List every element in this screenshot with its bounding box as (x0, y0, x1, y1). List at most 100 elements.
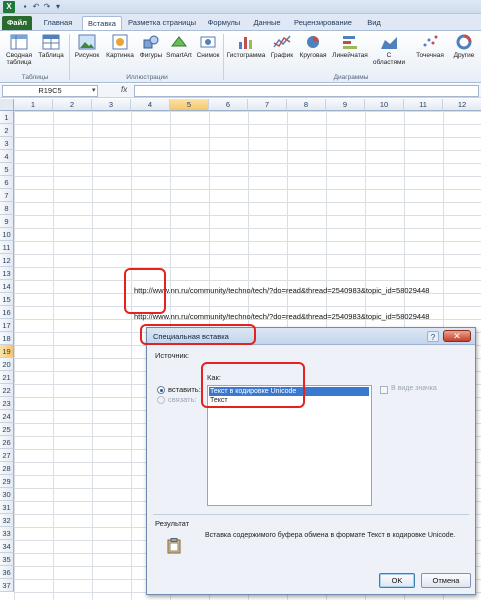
cell-r15-url[interactable]: http://www.nn.ru/community/techno/tech/?… (134, 286, 429, 295)
tab-review[interactable]: Рецензирование (288, 16, 358, 30)
column-header[interactable]: 2 (53, 99, 92, 111)
picture-button[interactable]: Рисунок (72, 34, 102, 59)
row-header[interactable]: 33 (0, 527, 14, 540)
column-header[interactable]: 6 (209, 99, 248, 111)
row-header[interactable]: 11 (0, 241, 14, 254)
smartart-button[interactable]: SmartArt (164, 34, 194, 59)
bar-chart-label: Линейчатая (332, 52, 368, 59)
result-label: Результат (155, 519, 190, 528)
redo-icon[interactable]: ↷ (42, 2, 52, 12)
paste-radio-label[interactable]: вставить: (168, 385, 201, 394)
row-header[interactable]: 26 (0, 436, 14, 449)
column-header[interactable]: 10 (365, 99, 404, 111)
row-header[interactable]: 5 (0, 163, 14, 176)
table-button[interactable]: Таблица (36, 34, 66, 59)
display-as-icon-checkbox[interactable] (380, 386, 388, 394)
tab-home[interactable]: Главная (36, 16, 80, 30)
paste-radio[interactable] (157, 386, 165, 394)
row-header[interactable]: 35 (0, 553, 14, 566)
row-header[interactable]: 32 (0, 514, 14, 527)
row-header[interactable]: 25 (0, 423, 14, 436)
help-icon[interactable]: ? (427, 331, 439, 342)
row-header[interactable]: 28 (0, 462, 14, 475)
row-header[interactable]: 3 (0, 137, 14, 150)
row-header[interactable]: 31 (0, 501, 14, 514)
row-header[interactable]: 6 (0, 176, 14, 189)
pivot-table-icon (10, 34, 28, 50)
shapes-button[interactable]: Фигуры (138, 34, 164, 59)
row-header[interactable]: 7 (0, 189, 14, 202)
row-header[interactable]: 21 (0, 371, 14, 384)
row-header[interactable]: 10 (0, 228, 14, 241)
column-header[interactable]: 3 (92, 99, 131, 111)
row-header[interactable]: 29 (0, 475, 14, 488)
save-icon[interactable]: ▪ (20, 2, 30, 12)
cancel-button[interactable]: Отмена (421, 573, 471, 588)
function-icon[interactable]: fx (121, 85, 127, 94)
row-header[interactable]: 36 (0, 566, 14, 579)
scatter-chart-button[interactable]: Точечная (412, 34, 448, 59)
row-header[interactable]: 4 (0, 150, 14, 163)
row-header[interactable]: 27 (0, 449, 14, 462)
area-chart-button[interactable]: С областями (372, 34, 406, 66)
column-header[interactable]: 4 (131, 99, 170, 111)
row-header[interactable]: 17 (0, 319, 14, 332)
clipart-button[interactable]: Картинка (103, 34, 137, 59)
undo-icon[interactable]: ↶ (31, 2, 41, 12)
screenshot-label: Снимок (196, 52, 220, 59)
column-header[interactable]: 1 (14, 99, 53, 111)
tab-view[interactable]: Вид (360, 16, 388, 30)
other-charts-button[interactable]: Другие (450, 34, 478, 59)
row-header[interactable]: 30 (0, 488, 14, 501)
row-header[interactable]: 2 (0, 124, 14, 137)
ok-button[interactable]: OK (379, 573, 415, 588)
close-icon[interactable]: ✕ (443, 330, 471, 342)
tab-file[interactable]: Файл (2, 16, 32, 30)
column-header[interactable]: 8 (287, 99, 326, 111)
row-header[interactable]: 37 (0, 579, 14, 592)
bar-chart-button[interactable]: Линейчатая (330, 34, 370, 59)
column-header[interactable]: 5 (170, 99, 209, 111)
pie-chart-button[interactable]: Круговая (297, 34, 329, 59)
screenshot-button[interactable]: Снимок (194, 34, 222, 59)
row-header[interactable]: 16 (0, 306, 14, 319)
tab-page-layout[interactable]: Разметка страницы (124, 16, 200, 30)
bar-chart-icon (343, 36, 357, 49)
row-header[interactable]: 8 (0, 202, 14, 215)
row-header[interactable]: 24 (0, 410, 14, 423)
row-header[interactable]: 34 (0, 540, 14, 553)
formula-input[interactable] (134, 85, 479, 97)
row-header[interactable]: 1 (0, 111, 14, 124)
column-header[interactable]: 11 (404, 99, 443, 111)
tab-formulas[interactable]: Формулы (202, 16, 246, 30)
row-header[interactable]: 12 (0, 254, 14, 267)
row-header[interactable]: 15 (0, 293, 14, 306)
row-header[interactable]: 19 (0, 345, 14, 358)
row-header[interactable]: 9 (0, 215, 14, 228)
row-header[interactable]: 23 (0, 397, 14, 410)
tab-insert[interactable]: Вставка (82, 16, 122, 30)
display-as-icon-label[interactable]: В виде значка (391, 385, 437, 392)
column-header[interactable]: 12 (443, 99, 481, 111)
pivot-table-button[interactable]: Сводная таблица (3, 34, 35, 66)
column-chart-button[interactable]: Гистограмма (225, 34, 267, 59)
select-all-corner[interactable] (0, 99, 14, 111)
row-header[interactable]: 13 (0, 267, 14, 280)
link-radio-label[interactable]: связать: (168, 395, 197, 404)
row-header[interactable]: 22 (0, 384, 14, 397)
column-header[interactable]: 7 (248, 99, 287, 111)
row-header[interactable]: 20 (0, 358, 14, 371)
customize-qat-icon[interactable]: ▾ (53, 2, 63, 12)
area-chart-label: С областями (372, 52, 406, 66)
row-header[interactable]: 18 (0, 332, 14, 345)
group-separator (223, 34, 224, 80)
name-box-dropdown-icon[interactable]: ▾ (92, 86, 96, 94)
row-header[interactable]: 14 (0, 280, 14, 293)
clipart-icon (112, 34, 128, 50)
link-radio[interactable] (157, 396, 165, 404)
tab-data[interactable]: Данные (248, 16, 286, 30)
name-box[interactable]: R19C5 (2, 85, 98, 97)
cell-r17-url[interactable]: http://www.nn.ru/community/techno/tech/?… (134, 312, 429, 321)
line-chart-button[interactable]: График (268, 34, 296, 59)
column-header[interactable]: 9 (326, 99, 365, 111)
